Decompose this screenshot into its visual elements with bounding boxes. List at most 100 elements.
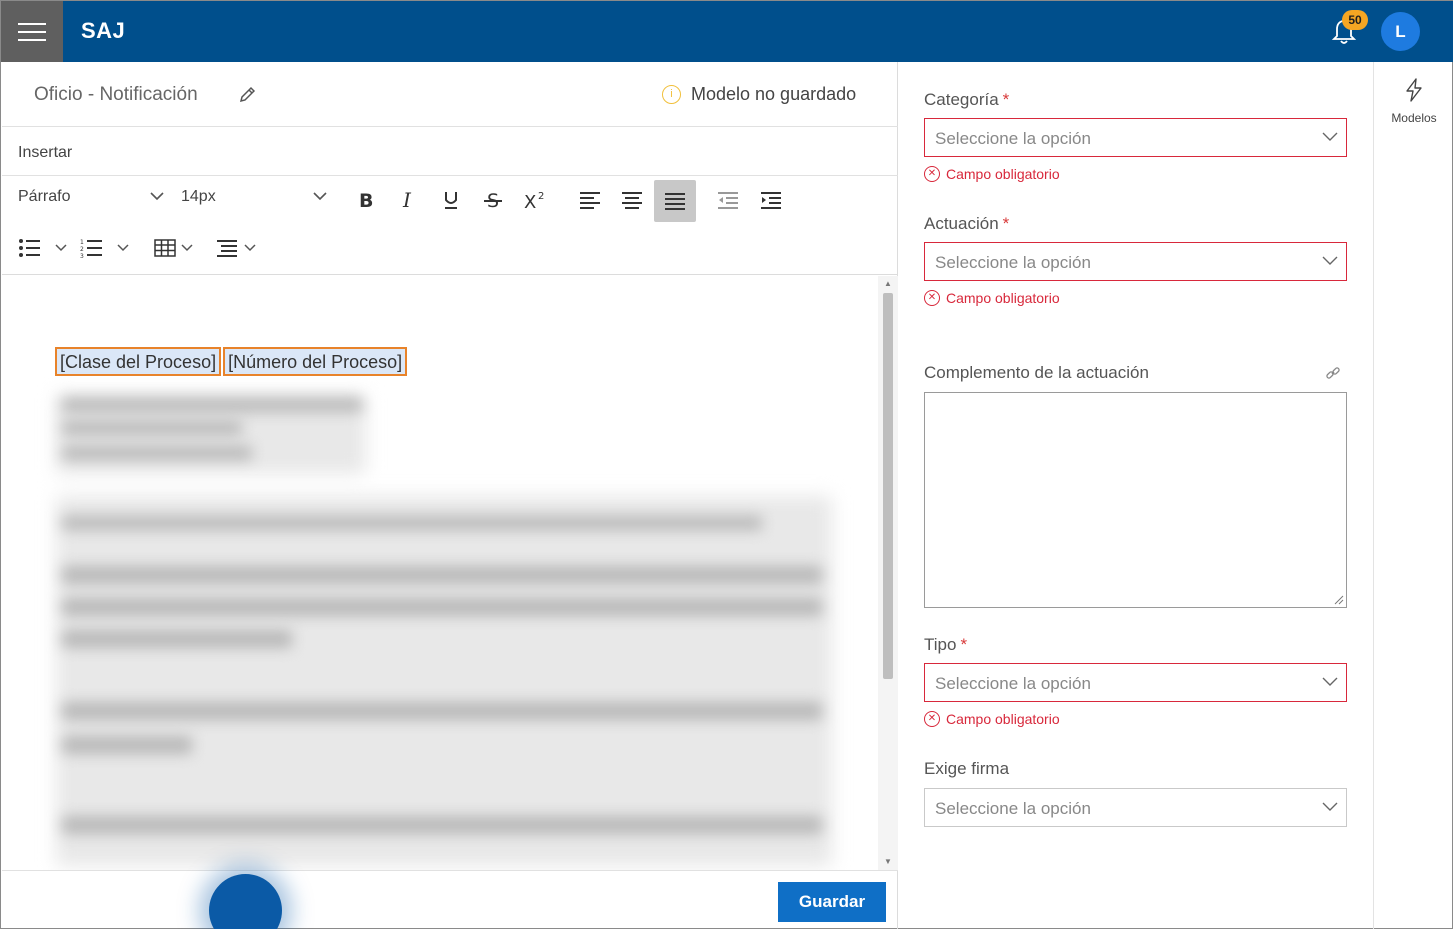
paragraph-style-value: Párrafo — [18, 188, 71, 205]
insert-menu-row: Insertar — [2, 127, 898, 176]
tipo-placeholder: Seleccione la opción — [935, 674, 1091, 693]
outdent-icon — [718, 192, 738, 209]
align-center-icon — [622, 192, 642, 209]
chevron-down-icon — [1322, 132, 1338, 141]
modelos-button[interactable]: Modelos — [1374, 78, 1453, 125]
lightning-bolt-icon — [1406, 78, 1422, 102]
indent-button[interactable] — [753, 182, 789, 218]
tipo-error: ✕ Campo obligatorio — [924, 711, 1060, 727]
scrollbar-thumb[interactable] — [883, 293, 893, 679]
actuacion-error: ✕ Campo obligatorio — [924, 290, 1060, 306]
actuacion-label: Actuación * — [924, 214, 1010, 233]
user-avatar[interactable]: L — [1381, 12, 1420, 51]
link-icon[interactable] — [1325, 365, 1341, 381]
redacted-text-line — [62, 598, 822, 616]
line-spacing-button[interactable] — [214, 230, 264, 266]
strikethrough-button[interactable]: S — [475, 182, 511, 218]
numbered-list-icon: 123 — [80, 239, 129, 258]
pencil-icon[interactable] — [238, 84, 258, 104]
scroll-up-arrow-icon[interactable]: ▲ — [883, 279, 893, 289]
svg-text:I: I — [402, 190, 412, 210]
complemento-textarea[interactable] — [924, 392, 1347, 608]
merge-tag-numero-proceso[interactable]: [Número del Proceso] — [223, 347, 408, 376]
font-size-value: 14px — [181, 188, 216, 205]
error-circle-icon: ✕ — [924, 290, 940, 306]
redacted-text-line — [62, 816, 822, 834]
scroll-down-arrow-icon[interactable]: ▼ — [883, 857, 893, 867]
bullet-list-button[interactable] — [16, 230, 72, 266]
superscript-button[interactable]: X2 — [518, 182, 554, 218]
info-circle-icon: i — [662, 85, 681, 104]
app-window: SAJ 50 L Oficio - Notificación i Modelo … — [0, 0, 1453, 929]
align-center-button[interactable] — [614, 182, 650, 218]
chevron-down-icon — [1322, 802, 1338, 811]
document-header: Oficio - Notificación i Modelo no guarda… — [2, 62, 898, 127]
format-toolbar: Párrafo 14px B I S X2 1 2 3 — [2, 176, 898, 275]
exige-firma-placeholder: Seleccione la opción — [935, 799, 1091, 818]
error-circle-icon: ✕ — [924, 711, 940, 727]
chevron-down-icon — [313, 192, 327, 201]
exige-firma-label: Exige firma — [924, 759, 1010, 778]
paragraph-style-select[interactable]: Párrafo — [18, 188, 164, 214]
complemento-label: Complemento de la actuación — [924, 363, 1149, 382]
underline-button[interactable] — [433, 182, 469, 218]
editor-scrollbar[interactable]: ▲ ▼ — [878, 276, 898, 870]
align-left-button[interactable] — [572, 182, 608, 218]
hamburger-menu-button[interactable] — [1, 1, 63, 62]
chevron-down-icon — [1322, 677, 1338, 686]
align-justify-icon — [665, 193, 685, 210]
italic-icon: I — [402, 190, 412, 210]
align-justify-button[interactable] — [654, 180, 696, 222]
document-title: Oficio - Notificación — [34, 84, 198, 105]
underline-icon — [445, 192, 457, 209]
editor-panel: Oficio - Notificación i Modelo no guarda… — [2, 62, 898, 929]
save-button[interactable]: Guardar — [778, 882, 886, 922]
categoria-placeholder: Seleccione la opción — [935, 129, 1091, 148]
editor-content[interactable]: [Clase del Proceso] [Número del Proceso] — [2, 276, 898, 870]
table-icon — [154, 239, 193, 257]
redacted-text-line — [62, 421, 242, 435]
redacted-text-line — [62, 398, 362, 412]
app-title: SAJ — [81, 18, 126, 43]
font-size-select[interactable]: 14px — [181, 188, 327, 214]
numbered-list-button[interactable]: 123 — [78, 230, 134, 266]
outdent-button[interactable] — [710, 182, 746, 218]
merge-tag-clase-proceso[interactable]: [Clase del Proceso] — [55, 347, 222, 376]
redacted-text-line — [62, 702, 822, 720]
bold-button[interactable]: B — [348, 182, 384, 218]
table-button[interactable] — [152, 230, 202, 266]
actuacion-select[interactable]: Seleccione la opción — [924, 242, 1347, 281]
bold-icon: B — [359, 190, 373, 210]
properties-form: Categoría * Seleccione la opción ✕ Campo o… — [899, 62, 1373, 929]
right-rail: Modelos — [1373, 62, 1453, 929]
editor-footer: Guardar — [2, 870, 898, 929]
chevron-down-icon — [150, 192, 164, 201]
redacted-text-block — [56, 496, 832, 866]
document-status: Modelo no guardado — [691, 84, 857, 104]
resize-grip-icon[interactable] — [1334, 595, 1344, 605]
svg-text:2: 2 — [80, 246, 84, 253]
line-spacing-icon — [217, 240, 256, 257]
modelos-label: Modelos — [1391, 111, 1437, 125]
error-circle-icon: ✕ — [924, 166, 940, 182]
italic-button[interactable]: I — [390, 182, 426, 218]
tipo-select[interactable]: Seleccione la opción — [924, 663, 1347, 702]
redacted-text-line — [62, 566, 822, 584]
hamburger-menu-icon — [18, 22, 46, 41]
strikethrough-icon: S — [484, 190, 502, 211]
categoria-select[interactable]: Seleccione la opción — [924, 118, 1347, 157]
svg-text:1: 1 — [80, 239, 84, 246]
svg-text:B: B — [359, 190, 373, 210]
redacted-text-line — [62, 516, 762, 530]
svg-text:2: 2 — [538, 191, 544, 202]
align-left-icon — [580, 192, 600, 209]
indent-icon — [761, 192, 781, 209]
merge-tags: [Clase del Proceso] [Número del Proceso] — [55, 347, 409, 376]
chevron-down-icon — [1322, 256, 1338, 265]
bullet-list-icon — [19, 239, 67, 257]
redacted-text-line — [62, 446, 252, 460]
superscript-icon: X2 — [524, 191, 544, 211]
categoria-label: Categoría * — [924, 90, 1010, 109]
exige-firma-select[interactable]: Seleccione la opción — [924, 788, 1347, 827]
insert-menu[interactable]: Insertar — [18, 144, 72, 162]
